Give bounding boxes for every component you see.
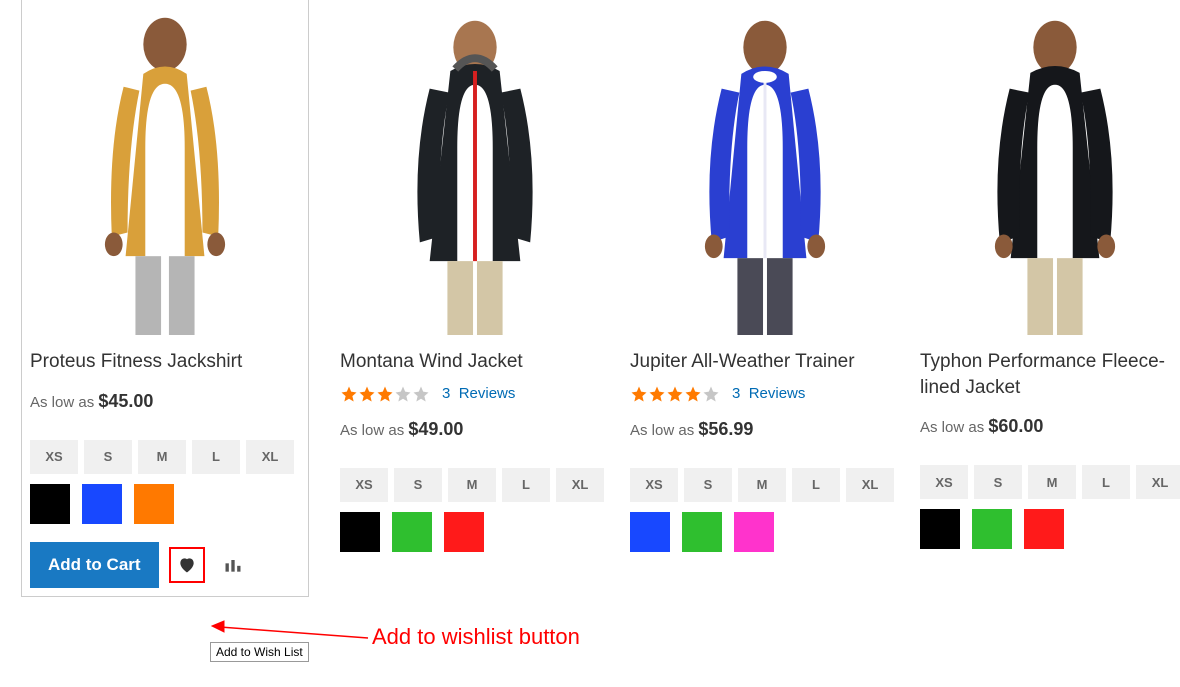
color-swatch[interactable] (392, 512, 432, 552)
product-name[interactable]: Montana Wind Jacket (340, 349, 610, 375)
color-swatch[interactable] (340, 512, 380, 552)
reviews-count: 3 (442, 385, 450, 402)
reviews-label: Reviews (459, 385, 516, 402)
product-card: Montana Wind Jacket 3 Reviews As low as … (340, 0, 610, 588)
size-swatch[interactable]: L (192, 440, 240, 474)
color-swatches (30, 484, 300, 524)
color-swatch[interactable] (1024, 509, 1064, 549)
size-swatch[interactable]: XL (556, 468, 604, 502)
color-swatch[interactable] (630, 512, 670, 552)
as-low-as-label: As low as (630, 422, 694, 439)
reviews-link[interactable]: 3 Reviews (732, 385, 805, 402)
color-swatch[interactable] (920, 509, 960, 549)
color-swatch[interactable] (682, 512, 722, 552)
product-name[interactable]: Proteus Fitness Jackshirt (30, 349, 300, 375)
product-price: $49.00 (408, 419, 463, 439)
size-swatch[interactable]: XS (30, 440, 78, 474)
size-swatch[interactable]: XS (630, 468, 678, 502)
price-row: As low as $45.00 (30, 391, 300, 412)
size-swatch[interactable]: XL (846, 468, 894, 502)
size-swatch[interactable]: S (974, 465, 1022, 499)
color-swatch[interactable] (444, 512, 484, 552)
size-swatch[interactable]: L (1082, 465, 1130, 499)
star-rating (630, 385, 720, 403)
color-swatch[interactable] (134, 484, 174, 524)
size-swatch[interactable]: XS (920, 465, 968, 499)
color-swatches (340, 512, 610, 552)
size-swatches: XSSMLXL (630, 468, 900, 502)
rating-row: 3 Reviews (630, 385, 900, 403)
size-swatch[interactable]: XL (1136, 465, 1180, 499)
annotation-arrow (210, 612, 370, 642)
as-low-as-label: As low as (340, 422, 404, 439)
reviews-link[interactable]: 3 Reviews (442, 385, 515, 402)
size-swatch[interactable]: XL (246, 440, 294, 474)
product-card: Jupiter All-Weather Trainer 3 Reviews As… (630, 0, 900, 588)
add-to-wishlist-button[interactable] (169, 547, 205, 583)
color-swatch[interactable] (82, 484, 122, 524)
wishlist-tooltip: Add to Wish List (210, 642, 309, 662)
size-swatch[interactable]: L (502, 468, 550, 502)
product-illustration (30, 0, 300, 335)
rating-row: 3 Reviews (340, 385, 610, 403)
product-image-link[interactable] (30, 0, 300, 335)
product-price: $56.99 (698, 419, 753, 439)
compare-icon (223, 555, 243, 575)
size-swatch[interactable]: M (1028, 465, 1076, 499)
add-to-cart-button[interactable]: Add to Cart (30, 542, 159, 588)
product-grid: Proteus Fitness Jackshirt As low as $45.… (0, 0, 1180, 588)
size-swatch[interactable]: S (394, 468, 442, 502)
size-swatch[interactable]: M (448, 468, 496, 502)
reviews-count: 3 (732, 385, 740, 402)
product-name[interactable]: Typhon Performance Fleece-lined Jacket (920, 349, 1180, 400)
color-swatch[interactable] (734, 512, 774, 552)
color-swatch[interactable] (30, 484, 70, 524)
price-row: As low as $49.00 (340, 419, 610, 440)
as-low-as-label: As low as (920, 419, 984, 436)
color-swatch[interactable] (972, 509, 1012, 549)
price-row: As low as $60.00 (920, 416, 1180, 437)
star-rating (340, 385, 430, 403)
annotation-label: Add to wishlist button (372, 624, 580, 650)
size-swatch[interactable]: L (792, 468, 840, 502)
size-swatch[interactable]: S (684, 468, 732, 502)
size-swatch[interactable]: XS (340, 468, 388, 502)
product-card: Typhon Performance Fleece-lined Jacket A… (920, 0, 1180, 588)
product-price: $60.00 (988, 416, 1043, 436)
size-swatch[interactable]: M (138, 440, 186, 474)
product-name[interactable]: Jupiter All-Weather Trainer (630, 349, 900, 375)
product-image-link[interactable] (920, 0, 1180, 335)
size-swatches: XSSMLXL (920, 465, 1180, 499)
product-price: $45.00 (98, 391, 153, 411)
actions-row: Add to Cart (30, 542, 300, 588)
product-image-link[interactable] (340, 0, 610, 335)
color-swatches (920, 509, 1180, 549)
reviews-label: Reviews (749, 385, 806, 402)
price-row: As low as $56.99 (630, 419, 900, 440)
product-card: Proteus Fitness Jackshirt As low as $45.… (21, 0, 309, 597)
product-illustration (630, 0, 900, 335)
as-low-as-label: As low as (30, 394, 94, 411)
size-swatch[interactable]: M (738, 468, 786, 502)
product-illustration (920, 0, 1180, 335)
color-swatches (630, 512, 900, 552)
heart-icon (177, 555, 197, 575)
product-image-link[interactable] (630, 0, 900, 335)
product-illustration (340, 0, 610, 335)
size-swatches: XSSMLXL (340, 468, 610, 502)
size-swatches: XSSMLXL (30, 440, 300, 474)
size-swatch[interactable]: S (84, 440, 132, 474)
add-to-compare-button[interactable] (215, 547, 251, 583)
